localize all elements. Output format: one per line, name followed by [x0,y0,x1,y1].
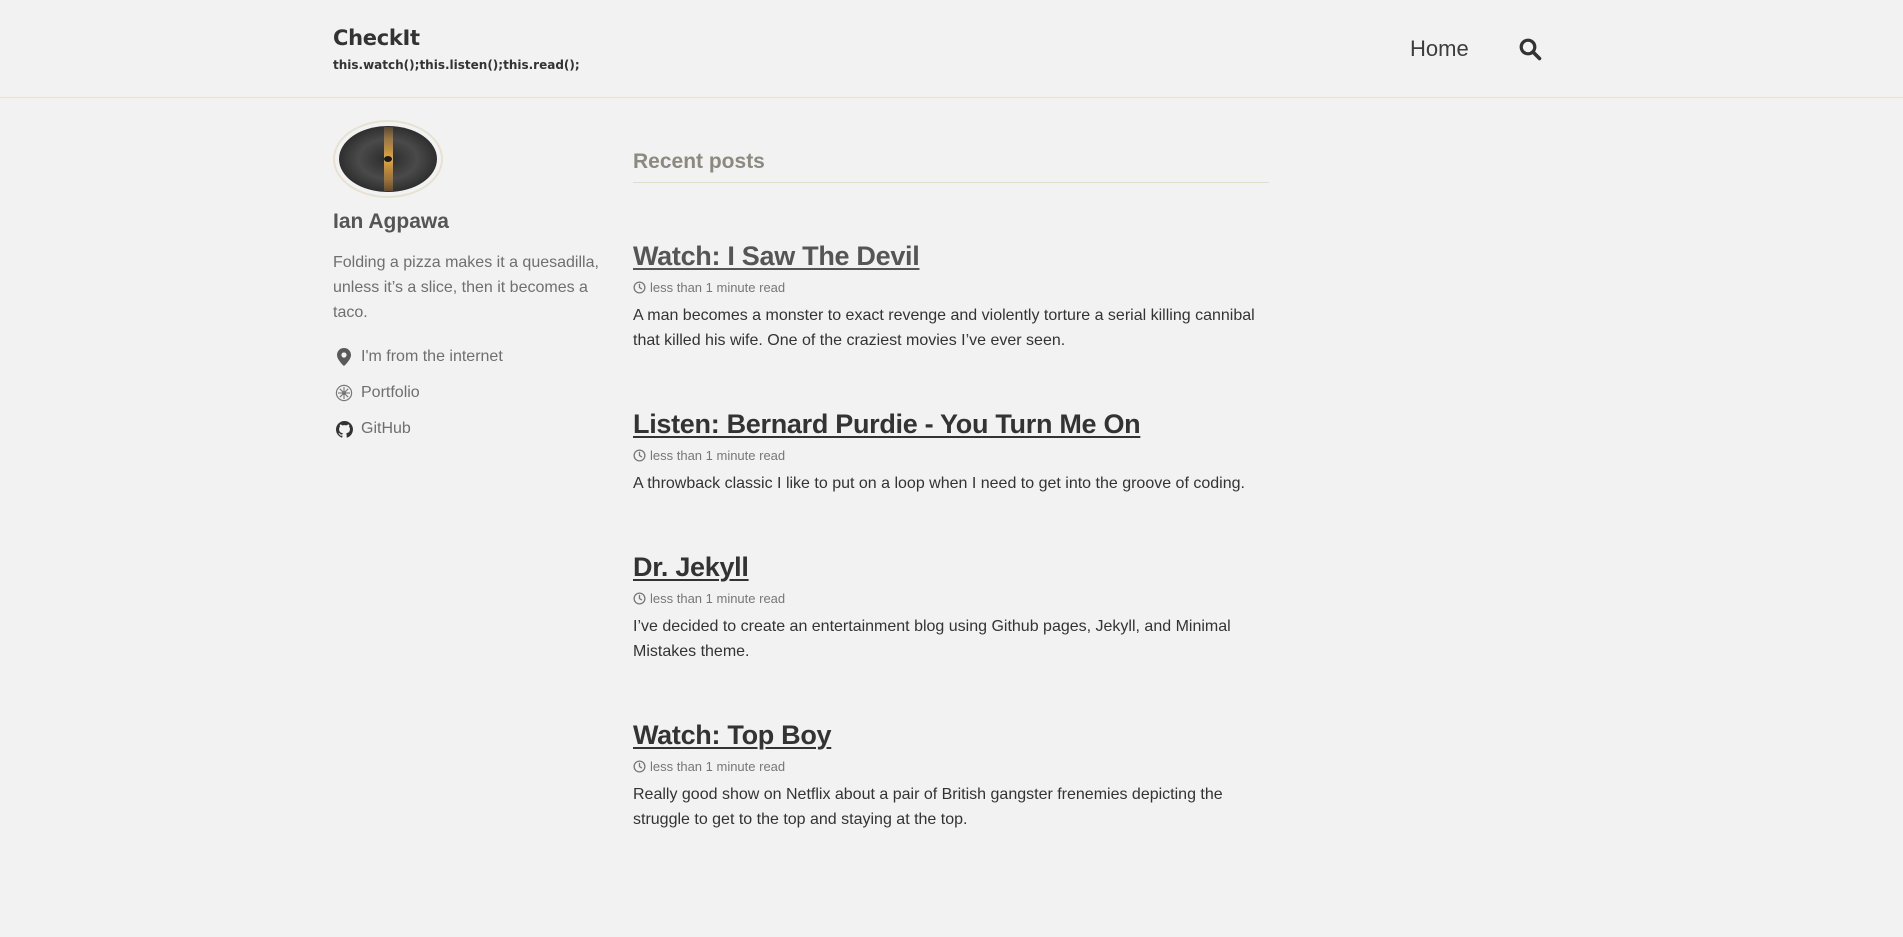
post-item: Watch: Top Boy less than 1 minute read R… [633,720,1269,832]
recent-posts: Recent posts Watch: I Saw The Devil less… [633,150,1269,832]
clock-icon [633,592,646,605]
portfolio-link[interactable]: Portfolio [361,384,420,402]
search-icon [1519,38,1542,60]
post-meta: less than 1 minute read [633,591,1269,606]
search-button[interactable] [1516,36,1544,64]
post-excerpt: A man becomes a monster to exact revenge… [633,307,1255,349]
author-name: Ian Agpawa [333,210,449,233]
post-item: Listen: Bernard Purdie - You Turn Me On … [633,409,1269,496]
post-title-link[interactable]: Watch: Top Boy [633,720,832,750]
read-time: less than 1 minute read [650,280,786,295]
author-sidebar: Ian Agpawa Folding a pizza makes it a qu… [333,120,613,447]
post-meta: less than 1 minute read [633,759,1269,774]
read-time: less than 1 minute read [650,591,786,606]
author-location: I'm from the internet [333,339,613,375]
author-bio: Folding a pizza makes it a quesadilla, u… [333,254,599,321]
post-title-link[interactable]: Listen: Bernard Purdie - You Turn Me On [633,409,1141,439]
author-link-portfolio[interactable]: Portfolio [333,375,613,411]
post-meta: less than 1 minute read [633,280,1269,295]
post-item: Watch: I Saw The Devil less than 1 minut… [633,241,1269,353]
post-excerpt: A throwback classic I like to put on a l… [633,475,1245,492]
map-marker-icon [335,348,353,366]
avatar-image [339,126,437,192]
author-location-label: I'm from the internet [361,348,503,365]
post-item: Dr. Jekyll less than 1 minute read I’ve … [633,552,1269,664]
site-title[interactable]: CheckIt [333,26,420,50]
author-links: I'm from the internet Portfolio GitHub [333,339,613,447]
portfolio-icon [335,384,353,402]
nav-home-link[interactable]: Home [1410,36,1469,62]
post-excerpt: I’ve decided to create an entertainment … [633,618,1231,660]
post-title: Watch: I Saw The Devil [633,241,1269,272]
masthead: CheckIt this.watch();this.listen();this.… [0,0,1903,98]
post-title: Watch: Top Boy [633,720,1269,751]
post-excerpt: Really good show on Netflix about a pair… [633,786,1223,828]
clock-icon [633,281,646,294]
avatar [333,120,443,198]
author-link-github[interactable]: GitHub [333,411,613,447]
clock-icon [633,449,646,462]
github-icon [335,420,353,438]
post-title: Listen: Bernard Purdie - You Turn Me On [633,409,1269,440]
post-meta: less than 1 minute read [633,448,1269,463]
post-title-link[interactable]: Watch: I Saw The Devil [633,241,920,271]
post-title-link[interactable]: Dr. Jekyll [633,552,749,582]
site-subtitle: this.watch();this.listen();this.read(); [333,58,580,72]
post-title: Dr. Jekyll [633,552,1269,583]
section-title: Recent posts [633,150,1269,183]
clock-icon [633,760,646,773]
read-time: less than 1 minute read [650,448,786,463]
github-link[interactable]: GitHub [361,420,411,438]
read-time: less than 1 minute read [650,759,786,774]
